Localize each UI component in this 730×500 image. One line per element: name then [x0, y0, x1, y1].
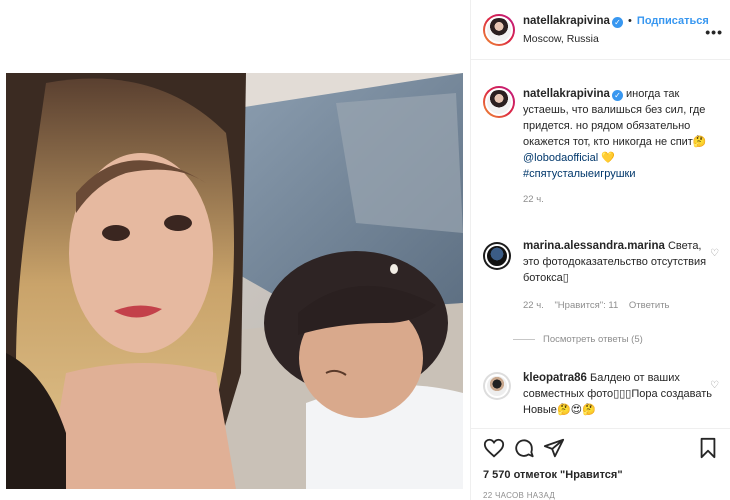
reply-button[interactable]: Ответить	[629, 300, 670, 311]
comment-icon[interactable]	[513, 437, 535, 459]
verified-badge-icon: ✓	[611, 90, 623, 101]
post-location[interactable]: Moscow, Russia	[523, 33, 599, 45]
post-actions: 7 570 отметок "Нравится" 22 ЧАСОВ НАЗАД	[471, 428, 730, 500]
view-replies-button[interactable]: Посмотреть ответы (5)	[513, 334, 643, 345]
comment-item: marina.alessandra.marina Света, это фото…	[483, 238, 719, 358]
more-options-icon[interactable]: •••	[705, 24, 723, 40]
caption: natellakrapivina ✓ иногда так устаешь, чт…	[483, 86, 719, 216]
comment-text-glyphs: ▯▯▯	[613, 388, 632, 400]
comment-likes[interactable]: "Нравится": 11	[554, 300, 618, 311]
caption-mention[interactable]: @lobodaofficial	[523, 152, 598, 164]
follow-button[interactable]: Подписаться	[637, 15, 709, 27]
author-username[interactable]: natellakrapivina	[523, 15, 610, 27]
post-photo-image	[6, 73, 463, 489]
author-avatar[interactable]	[483, 14, 515, 46]
likes-count[interactable]: 7 570 отметок "Нравится"	[483, 469, 623, 481]
comment-time: 22 ч.	[523, 300, 544, 311]
verified-badge-icon: ✓	[611, 17, 623, 28]
caption-time: 22 ч.	[523, 194, 544, 205]
author-line: natellakrapivina ✓ • Подписаться	[523, 15, 709, 28]
post-header: natellakrapivina ✓ • Подписаться Moscow, …	[471, 0, 730, 60]
comment-text-block: marina.alessandra.marina Света, это фото…	[523, 238, 713, 314]
commenter-avatar[interactable]	[483, 242, 511, 270]
caption-text-block: natellakrapivina ✓ иногда так устаешь, чт…	[523, 86, 713, 208]
post-time: 22 ЧАСОВ НАЗАД	[483, 491, 556, 500]
comment-meta: 22 ч. "Нравится": 11 Ответить	[523, 298, 713, 314]
thinking-emoji: 🤔	[692, 136, 707, 148]
post-photo[interactable]	[6, 73, 463, 489]
view-replies-label: Посмотреть ответы (5)	[543, 334, 643, 345]
caption-avatar[interactable]	[483, 86, 515, 118]
post-sidebar: natellakrapivina ✓ • Подписаться Moscow, …	[470, 0, 730, 500]
comment-username[interactable]: kleopatra86	[523, 372, 587, 384]
comment-like-heart-icon[interactable]: ♡	[710, 248, 719, 259]
comment-username[interactable]: marina.alessandra.marina	[523, 240, 665, 252]
commenter-avatar[interactable]	[483, 372, 511, 400]
bookmark-icon[interactable]	[697, 437, 719, 459]
heart-emoji: 💛	[601, 152, 615, 164]
comment-text-glyph: ▯	[562, 272, 569, 284]
comment-emojis: 🤔😍🤔	[556, 404, 596, 416]
caption-hashtag[interactable]: #спятусталыеигрушки	[523, 168, 635, 180]
comment-item: kleopatra86 Балдею от ваших совместных ф…	[483, 370, 719, 426]
separator-dot: •	[628, 15, 632, 27]
heart-icon[interactable]	[483, 437, 505, 459]
post-media-pane	[0, 0, 470, 500]
caption-username[interactable]: natellakrapivina	[523, 88, 610, 100]
comment-like-heart-icon[interactable]: ♡	[710, 380, 719, 391]
share-icon[interactable]	[543, 437, 565, 459]
comment-text-block: kleopatra86 Балдею от ваших совместных ф…	[523, 370, 713, 418]
replies-divider	[513, 338, 535, 340]
